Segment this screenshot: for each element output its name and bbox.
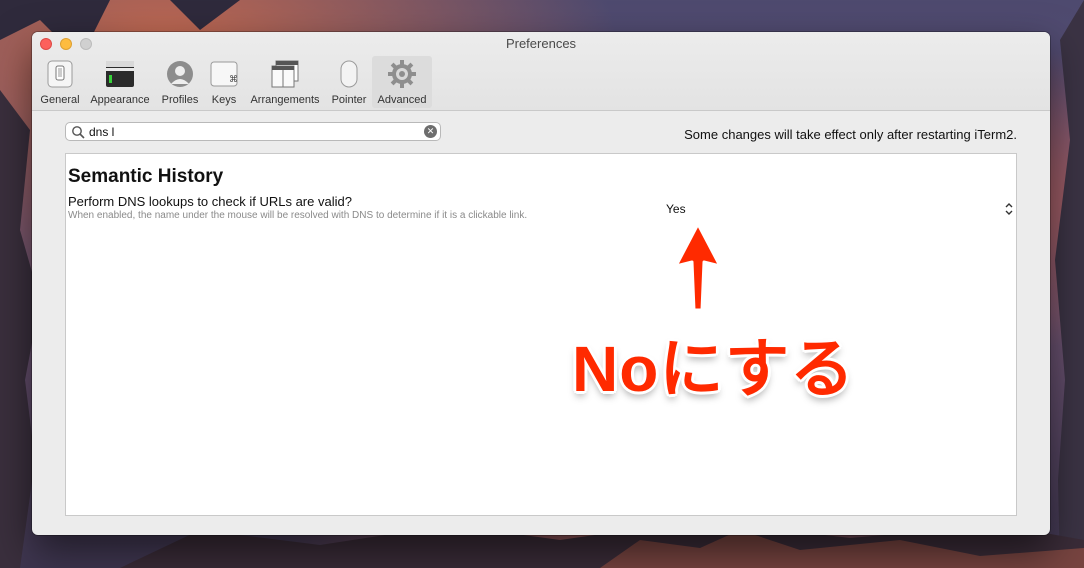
toolbar-pointer-label: Pointer <box>331 94 367 106</box>
annotation-text: Noにする <box>572 333 855 405</box>
preferences-window: Preferences General Appearance Profiles … <box>32 32 1050 535</box>
user-icon <box>167 61 193 87</box>
toolbar-keys[interactable]: ⌘ Keys <box>206 56 242 108</box>
toolbar-pointer[interactable]: Pointer <box>327 56 371 108</box>
windows-icon <box>271 60 299 88</box>
mouse-icon <box>340 60 358 88</box>
restart-notice: Some changes will take effect only after… <box>684 127 1017 142</box>
toolbar-keys-label: Keys <box>211 94 237 106</box>
option-description: When enabled, the name under the mouse w… <box>68 210 528 221</box>
search-field[interactable]: dns l ✕ <box>65 122 441 141</box>
dns-lookup-popup[interactable]: Yes <box>664 201 1016 219</box>
dns-lookup-value: Yes <box>666 202 686 216</box>
settings-panel: Semantic History Perform DNS lookups to … <box>65 153 1017 516</box>
toolbar-arrangements[interactable]: Arrangements <box>245 56 325 108</box>
section-title: Semantic History <box>68 166 224 187</box>
chevron-updown-icon <box>1005 203 1013 215</box>
toolbar-arrangements-label: Arrangements <box>250 94 320 106</box>
toolbar-profiles-label: Profiles <box>161 94 199 106</box>
clear-search-icon[interactable]: ✕ <box>424 125 437 138</box>
search-icon <box>72 126 85 139</box>
gear-icon <box>388 60 416 88</box>
toolbar-general-label: General <box>40 94 80 106</box>
toolbar-appearance[interactable]: Appearance <box>87 56 153 108</box>
window-title: Preferences <box>505 36 577 51</box>
keyboard-key-icon: ⌘ <box>210 61 238 87</box>
search-input[interactable]: dns l <box>89 125 114 139</box>
option-label: Perform DNS lookups to check if URLs are… <box>68 194 352 209</box>
svg-text:⌘: ⌘ <box>229 75 238 85</box>
toolbar-general[interactable]: General <box>36 56 84 108</box>
toolbar-appearance-label: Appearance <box>90 94 150 106</box>
phone-icon <box>47 60 73 88</box>
appearance-icon <box>106 61 134 87</box>
annotation-arrow-icon <box>674 222 722 312</box>
title-bar: Preferences General Appearance Profiles … <box>32 32 1050 111</box>
toolbar-advanced-label: Advanced <box>377 94 427 106</box>
toolbar-advanced[interactable]: Advanced <box>372 56 432 108</box>
toolbar-profiles[interactable]: Profiles <box>156 56 204 108</box>
